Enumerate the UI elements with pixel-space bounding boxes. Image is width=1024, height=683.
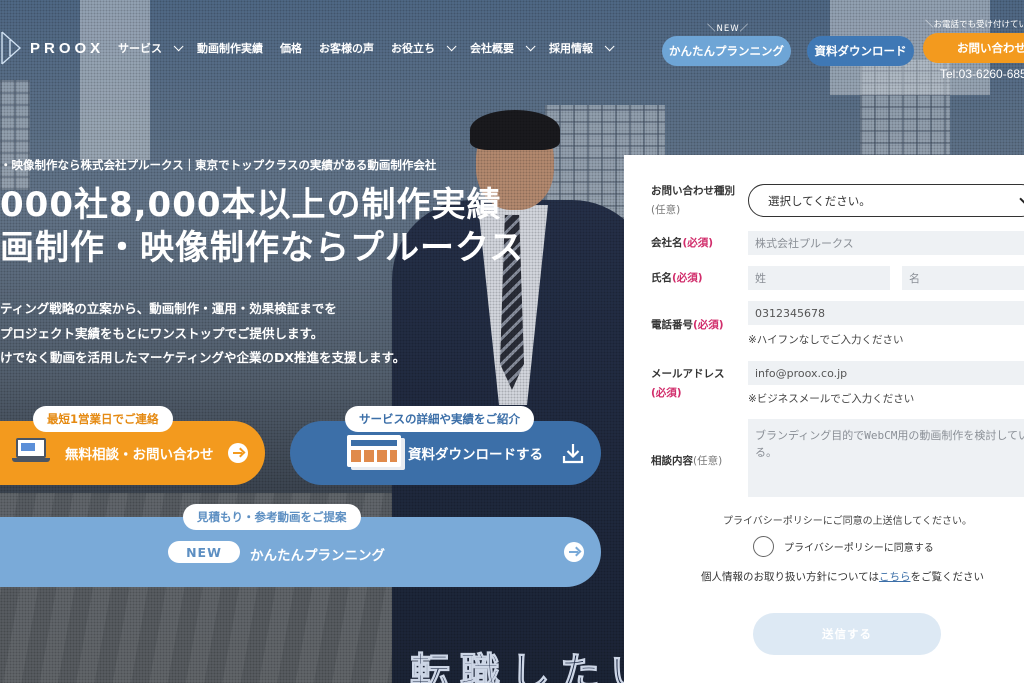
hero-lead: ティング戦略の立案から、動画制作・運用・効果検証までを プロジェクト実績をもとに… <box>0 297 405 371</box>
hero-breadcrumb: ・映像制作なら株式会社プルークス｜東京でトップクラスの実績がある動画制作会社 <box>0 158 437 172</box>
nav-label: サービス <box>118 42 162 55</box>
policy-line: 個人情報のお取り扱い方針についてはこちらをご覧ください <box>701 571 984 583</box>
last-name-input[interactable]: 姓 <box>748 266 890 290</box>
header-planning-button[interactable]: かんたんプランニング <box>662 36 791 66</box>
consult-cta-label: 無料相談・お問い合わせ <box>65 447 214 463</box>
nav-label: 採用情報 <box>549 42 593 55</box>
video-caption: 転職したい <box>410 650 660 683</box>
docs-badge: サービスの詳細や実績をご紹介 <box>345 406 534 432</box>
email-hint: ※ビジネスメールでご入力ください <box>748 393 915 405</box>
plan-badge: 見積もり・参考動画をご提案 <box>183 504 361 530</box>
nav-item-price[interactable]: 価格 <box>280 40 302 56</box>
nav-item-voices[interactable]: お客様の声 <box>319 40 374 56</box>
select-value: 選択してください。 <box>768 193 871 208</box>
logo-mark-icon <box>0 30 22 66</box>
company-input[interactable]: 株式会社プルークス <box>748 231 1024 255</box>
email-input[interactable]: info@proox.co.jp <box>748 361 1024 385</box>
nav-label: お客様の声 <box>319 42 374 55</box>
email-label: メールアドレス (必須) <box>651 368 725 399</box>
nav-label: 動画制作実績 <box>197 42 263 55</box>
submit-button[interactable]: 送信する <box>753 613 941 655</box>
chevron-down-icon <box>1019 193 1024 205</box>
tel-note: ＼お電話でも受け付けています <box>925 20 1024 30</box>
nav-item-recruit[interactable]: 採用情報 <box>549 40 615 56</box>
lead-line: ティング戦略の立案から、動画制作・運用・効果検証までを <box>0 301 337 316</box>
policy-link[interactable]: こちら <box>879 571 911 583</box>
header-contact-button[interactable]: お問い合わせ <box>923 33 1024 63</box>
name-label: 氏名(必須) <box>651 272 703 284</box>
hero-headline: 000社8,000本以上の制作実績 画制作・映像制作ならプルークス <box>0 184 524 270</box>
header-download-button[interactable]: 資料ダウンロード <box>807 36 914 66</box>
chevron-down-icon <box>173 40 184 51</box>
logo[interactable]: PROOX <box>0 30 104 66</box>
headline-line: 画制作・映像制作ならプルークス <box>0 228 524 268</box>
download-cta-label: 資料ダウンロードする <box>408 447 543 463</box>
message-textarea[interactable]: ブランディング目的でWebCM用の動画制作を検討している。 <box>748 419 1024 497</box>
contact-form: お問い合わせ種別 (任意) 選択してください。 会社名(必須) 株式会社プルーク… <box>624 155 1024 683</box>
laptop-icon <box>12 438 50 464</box>
nav-item-company[interactable]: 会社概要 <box>470 40 536 56</box>
chevron-down-icon <box>525 40 536 51</box>
new-tag: ＼NEW／ <box>707 24 750 34</box>
consult-badge: 最短1営業日でご連絡 <box>33 406 173 432</box>
nav-item-services[interactable]: サービス <box>118 40 184 56</box>
privacy-note: プライバシーポリシーにご同意の上送信してください。 <box>723 516 972 527</box>
privacy-consent[interactable]: プライバシーポリシーに同意する <box>753 536 934 557</box>
consent-radio[interactable] <box>753 536 774 557</box>
logo-text: PROOX <box>30 39 105 57</box>
chevron-down-icon <box>604 40 615 51</box>
nav-label: 会社概要 <box>470 42 514 55</box>
nav-item-resources[interactable]: お役立ち <box>391 40 457 56</box>
arrow-right-icon <box>564 542 584 562</box>
phone-number[interactable]: Tel:03-6260-6854 <box>940 67 1024 81</box>
phone-input[interactable]: 0312345678 <box>748 301 1024 325</box>
site-header: PROOX サービス 動画制作実績 価格 お客様の声 お役立ち 会社概要 採用情… <box>0 0 1024 95</box>
planning-cta-label: かんたんプランニング <box>250 548 385 564</box>
lead-line: けでなく動画を活用したマーケティングや企業のDX推進を支援します。 <box>0 350 406 365</box>
first-name-input[interactable]: 名 <box>902 266 1024 290</box>
new-badge: NEW <box>168 541 240 563</box>
chevron-down-icon <box>446 40 457 51</box>
nav-item-works[interactable]: 動画制作実績 <box>197 40 263 56</box>
download-icon <box>562 444 584 464</box>
company-label: 会社名(必須) <box>651 237 714 249</box>
inquiry-type-select[interactable]: 選択してください。 <box>748 184 1024 217</box>
phone-label: 電話番号(必須) <box>651 319 724 331</box>
phone-hint: ※ハイフンなしでご入力ください <box>748 334 904 346</box>
type-label: お問い合わせ種別 (任意) <box>651 185 735 216</box>
arrow-right-icon <box>228 443 248 463</box>
consent-label: プライバシーポリシーに同意する <box>784 543 934 554</box>
lead-line: プロジェクト実績をもとにワンストップでご提供します。 <box>0 325 324 341</box>
nav-label: 価格 <box>280 42 302 55</box>
brochure-icon <box>347 435 401 467</box>
message-label: 相談内容(任意) <box>651 455 723 467</box>
nav-label: お役立ち <box>391 42 435 55</box>
main-nav: サービス 動画制作実績 価格 お客様の声 お役立ち 会社概要 採用情報 <box>118 40 628 56</box>
headline-line: 000社8,000本以上の制作実績 <box>0 185 502 225</box>
